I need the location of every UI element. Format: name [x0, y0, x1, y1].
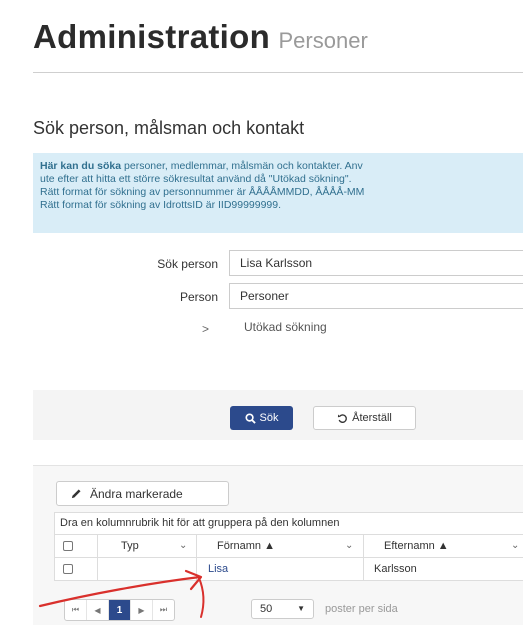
column-menu-icon[interactable]: ⌄ [511, 535, 519, 557]
pager: ⏮ ◀ 1 ▶ ⏭ 50 ▼ poster per sida [54, 596, 523, 624]
page-size-select[interactable]: 50 ▼ [251, 599, 314, 619]
first-page-icon[interactable]: ⏮ [65, 600, 87, 620]
page-title-sub: Personer [278, 28, 368, 53]
search-person-input[interactable]: Lisa Karlsson [229, 250, 523, 276]
column-header-type[interactable]: Typ [121, 535, 139, 557]
header-divider [363, 535, 364, 557]
undo-icon [338, 413, 348, 423]
prev-page-icon[interactable]: ◀ [87, 600, 109, 620]
row-checkbox[interactable] [63, 564, 73, 574]
grid-header: Typ ⌄ Förnamn ▲ ⌄ Efternamn ▲ ⌄ [54, 535, 523, 558]
caret-down-icon: ▼ [297, 604, 305, 613]
magnifier-icon [244, 412, 256, 424]
last-page-icon[interactable]: ⏭ [153, 600, 174, 620]
row-divider [97, 558, 98, 580]
reset-button-label: Återställ [352, 412, 392, 424]
column-menu-icon[interactable]: ⌄ [179, 535, 187, 557]
edit-selected-label: Ändra markerade [90, 486, 183, 501]
info-line-3: Rätt format för sökning av personnummer … [40, 186, 365, 198]
info-line-4: Rätt format för sökning av IdrottsID är … [40, 199, 282, 211]
title-divider [33, 72, 523, 73]
page-size-value: 50 [260, 603, 273, 615]
cell-firstname-link[interactable]: Lisa [208, 558, 228, 580]
column-header-firstname[interactable]: Förnamn ▲ [217, 535, 275, 557]
current-page-button[interactable]: 1 [109, 600, 131, 620]
cell-lastname: Karlsson [374, 563, 417, 575]
extended-search-link[interactable]: Utökad sökning [244, 320, 327, 334]
person-label: Person [179, 290, 218, 304]
table-row[interactable]: Lisa Karlsson [54, 558, 523, 581]
column-menu-icon[interactable]: ⌄ [345, 535, 353, 557]
info-line-2: ute efter att hitta ett större sökresult… [40, 173, 352, 185]
page-title: Administration Personer [33, 18, 368, 56]
search-button-label: Sök [259, 412, 279, 424]
pencil-icon [71, 489, 81, 499]
info-line-1-rest: personer, medlemmar, målsmän och kontakt… [121, 160, 363, 172]
edit-selected-button[interactable]: Ändra markerade [56, 481, 229, 506]
next-page-icon[interactable]: ▶ [131, 600, 153, 620]
row-divider [363, 558, 364, 580]
info-strong: Här kan du söka [40, 160, 122, 172]
person-type-select[interactable]: Personer [229, 283, 523, 309]
search-button[interactable]: Sök [230, 406, 293, 430]
section-title: Sök person, målsman och kontakt [33, 118, 305, 138]
info-alert: Här kan du söka personer, medlemmar, mål… [33, 153, 523, 233]
pager-buttons: ⏮ ◀ 1 ▶ ⏭ [64, 599, 175, 621]
header-divider [196, 535, 197, 557]
page-size-label: poster per sida [325, 603, 398, 615]
chevron-right-icon: > [202, 322, 210, 336]
select-all-checkbox[interactable] [63, 541, 73, 551]
group-by-panel[interactable]: Dra en kolumnrubrik hit för att gruppera… [54, 512, 523, 535]
row-divider [196, 558, 197, 580]
column-header-lastname[interactable]: Efternamn ▲ [384, 535, 449, 557]
search-person-label: Sök person [157, 257, 218, 271]
page-title-main: Administration [33, 18, 271, 55]
reset-button[interactable]: Återställ [313, 406, 416, 430]
info-line-1: Här kan du söka personer, medlemmar, mål… [40, 160, 523, 173]
header-divider [97, 535, 98, 557]
